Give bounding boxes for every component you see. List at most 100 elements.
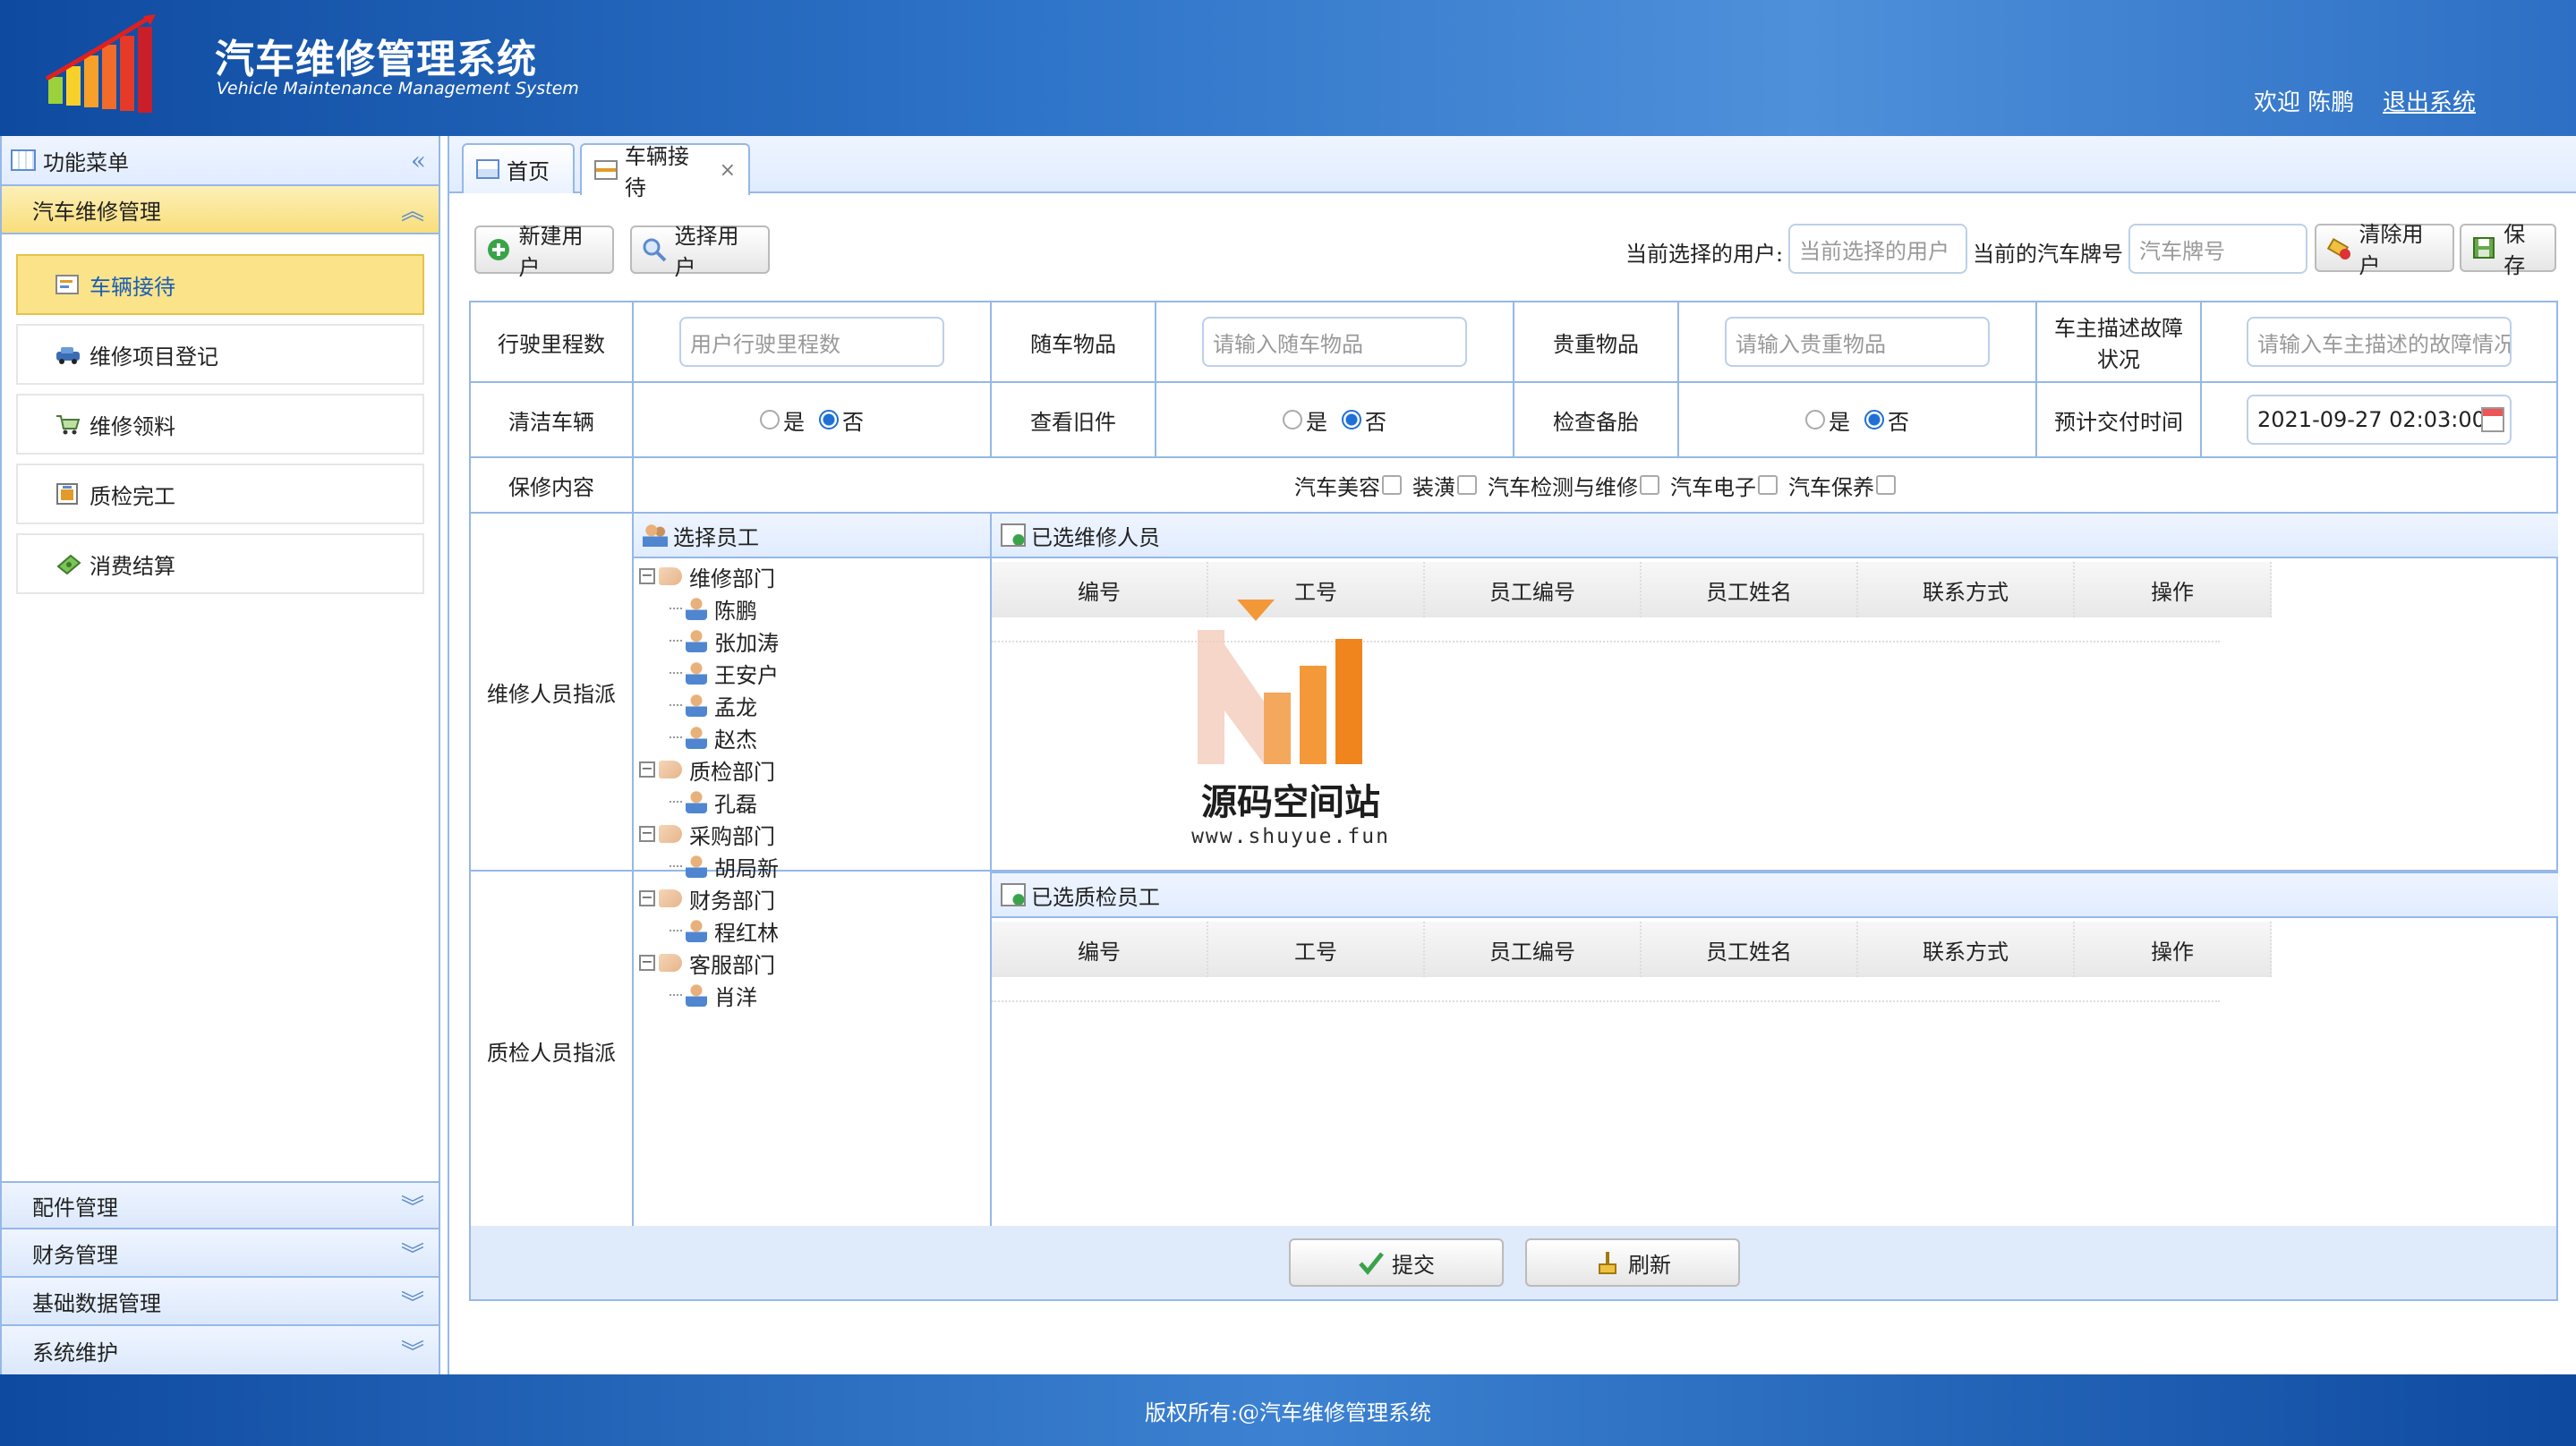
checkbox-label: 汽车美容	[1294, 474, 1380, 500]
radio-circle[interactable]	[1805, 410, 1825, 430]
accordion-parts-management[interactable]: 配件管理 ︾	[2, 1181, 439, 1229]
checkbox[interactable]	[1640, 474, 1659, 495]
tree-employee[interactable]: 张加涛	[670, 625, 779, 657]
logout-link[interactable]: 退出系统	[2383, 84, 2476, 117]
refresh-button[interactable]: 刷新	[1525, 1238, 1740, 1287]
radio-circle[interactable]	[1864, 410, 1884, 430]
tree-employee[interactable]: 孔磊	[670, 786, 757, 818]
radio-circle[interactable]	[819, 410, 839, 430]
current-user-input[interactable]: 当前选择的用户	[1788, 224, 1967, 274]
column-header[interactable]: 员工编号	[1425, 562, 1642, 617]
close-icon[interactable]: ×	[720, 159, 736, 182]
column-header[interactable]: 操作	[2075, 562, 2272, 617]
tree-line	[670, 930, 682, 931]
tab-vehicle-reception[interactable]: 车辆接待 ×	[580, 143, 750, 200]
calendar-icon[interactable]	[2481, 407, 2504, 432]
accordion-vehicle-repair[interactable]: 汽车维修管理 ︽	[2, 186, 439, 234]
menu-item-label: 质检完工	[90, 483, 175, 509]
radio-label: 是	[783, 409, 805, 435]
column-header[interactable]: 工号	[1208, 922, 1425, 977]
old-parts-no-radio[interactable]: 否	[1342, 404, 1386, 436]
menu-item-vehicle-reception[interactable]: 车辆接待	[16, 254, 424, 315]
new-user-button[interactable]: 新建用户	[474, 224, 614, 280]
collapse-sidebar-icon[interactable]: «	[411, 146, 426, 175]
collapse-toggle-icon[interactable]: −	[639, 826, 655, 842]
submit-button[interactable]: 提交	[1289, 1238, 1504, 1287]
radio-circle[interactable]	[760, 410, 780, 430]
tree-employee[interactable]: 王安户	[670, 657, 779, 689]
collapse-toggle-icon[interactable]: −	[639, 955, 655, 971]
tree-department[interactable]: − 质检部门	[639, 753, 775, 786]
menu-item-parts-requisition[interactable]: 维修领料	[16, 394, 424, 455]
service-inspection-repair[interactable]: 汽车检测与维修	[1488, 470, 1659, 501]
column-header[interactable]: 联系方式	[1858, 562, 2075, 617]
delivery-datetime-input[interactable]: 2021-09-27 02:03:00	[2247, 395, 2512, 445]
column-header[interactable]: 员工姓名	[1642, 562, 1858, 617]
tree-employee[interactable]: 胡局新	[670, 850, 779, 882]
service-electronics[interactable]: 汽车电子	[1670, 470, 1778, 501]
checkbox[interactable]	[1876, 474, 1896, 495]
old-parts-yes-radio[interactable]: 是	[1283, 404, 1327, 436]
plate-number-input[interactable]: 汽车牌号	[2128, 224, 2307, 274]
service-beauty[interactable]: 汽车美容	[1294, 470, 1402, 501]
tree-department[interactable]: − 客服部门	[639, 947, 775, 979]
checkbox[interactable]	[1382, 474, 1402, 495]
wash-no-radio[interactable]: 否	[819, 404, 864, 436]
spare-tire-yes-radio[interactable]: 是	[1805, 404, 1850, 436]
service-decoration[interactable]: 装潢	[1412, 470, 1477, 501]
collapse-toggle-icon[interactable]: −	[639, 761, 655, 778]
tree-employee[interactable]: 孟龙	[670, 689, 757, 721]
checkbox[interactable]	[1758, 474, 1778, 495]
chevron-up-icon[interactable]: ︽	[401, 193, 424, 226]
tree-employee[interactable]: 赵杰	[670, 721, 757, 753]
employee-name: 孟龙	[714, 694, 757, 720]
column-header[interactable]: 操作	[2075, 922, 2272, 977]
column-header[interactable]: 员工姓名	[1642, 922, 1858, 977]
save-button[interactable]: 保存	[2460, 222, 2556, 278]
tree-employee[interactable]: 肖洋	[670, 979, 757, 1011]
chevron-down-icon[interactable]: ︾	[401, 1189, 424, 1222]
accordion-system-maintenance[interactable]: 系统维护 ︾	[2, 1326, 439, 1374]
chevron-down-icon[interactable]: ︾	[401, 1334, 424, 1367]
menu-item-label: 维修项目登记	[90, 344, 218, 370]
fault-cell: 请输入车主描述的故障情况	[2202, 302, 2556, 381]
fault-input[interactable]: 请输入车主描述的故障情况	[2247, 317, 2512, 367]
watermark-url: www.shuyue.fun	[1191, 825, 1390, 848]
radio-circle[interactable]	[1342, 410, 1361, 430]
column-header[interactable]: 联系方式	[1858, 922, 2075, 977]
radio-circle[interactable]	[1283, 410, 1302, 430]
tree-department[interactable]: − 财务部门	[639, 882, 775, 914]
tree-department[interactable]: − 采购部门	[639, 818, 775, 850]
menu-item-settlement[interactable]: 消费结算	[16, 533, 424, 594]
chevron-down-icon[interactable]: ︾	[401, 1285, 424, 1318]
column-header[interactable]: 员工编号	[1425, 922, 1642, 977]
collapse-toggle-icon[interactable]: −	[639, 890, 655, 906]
user-icon	[686, 629, 707, 652]
items-input[interactable]: 请输入随车物品	[1202, 317, 1467, 367]
tree-employee[interactable]: 程红林	[670, 914, 779, 947]
tree-department[interactable]: − 维修部门	[639, 560, 775, 592]
select-user-button[interactable]: 选择用户	[630, 224, 770, 280]
collapse-toggle-icon[interactable]: −	[639, 568, 655, 584]
tree-employee[interactable]: 陈鹏	[670, 592, 757, 625]
wash-yes-radio[interactable]: 是	[760, 404, 805, 436]
checkbox[interactable]	[1457, 474, 1477, 495]
menu-item-repair-registration[interactable]: 维修项目登记	[16, 324, 424, 385]
wash-label: 清洁车辆	[471, 383, 634, 456]
spare-tire-no-radio[interactable]: 否	[1864, 404, 1909, 436]
tab-home[interactable]: 首页	[462, 143, 575, 193]
accordion-finance-management[interactable]: 财务管理 ︾	[2, 1229, 439, 1278]
clear-user-button[interactable]: 清除用户	[2315, 222, 2454, 278]
valuables-input[interactable]: 请输入贵重物品	[1725, 317, 1990, 367]
accordion-basic-data[interactable]: 基础数据管理 ︾	[2, 1278, 439, 1326]
employee-name: 王安户	[714, 662, 779, 688]
menu-item-quality-check[interactable]: 质检完工	[16, 464, 424, 524]
chevron-down-icon[interactable]: ︾	[401, 1237, 424, 1270]
cart-icon	[54, 412, 82, 437]
column-header[interactable]: 编号	[992, 922, 1208, 977]
tree-line	[670, 672, 682, 674]
service-maintenance[interactable]: 汽车保养	[1788, 470, 1896, 501]
mileage-input[interactable]: 用户行驶里程数	[679, 317, 944, 367]
employee-name: 张加涛	[714, 630, 779, 656]
tree-line	[670, 865, 682, 867]
